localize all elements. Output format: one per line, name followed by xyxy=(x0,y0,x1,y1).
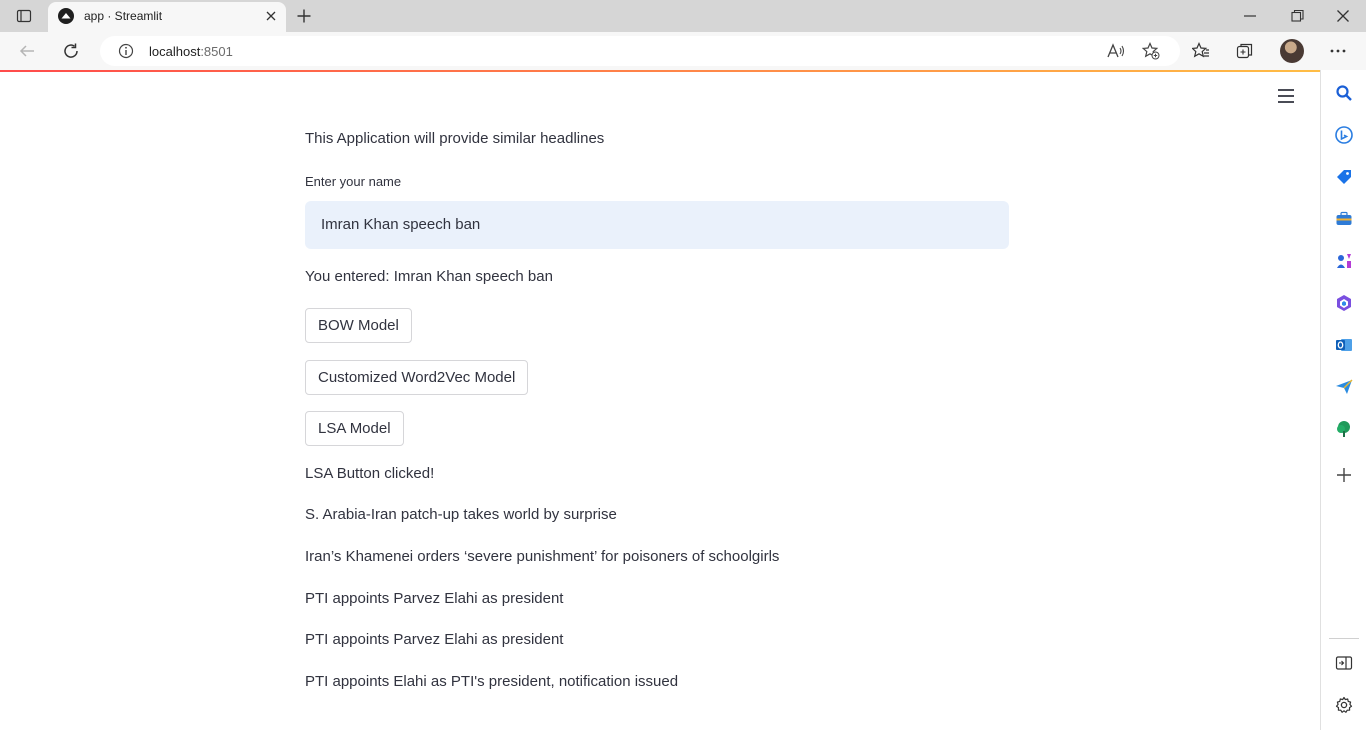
entered-text: You entered: Imran Khan speech ban xyxy=(305,268,553,285)
lsa-model-button[interactable]: LSA Model xyxy=(305,411,404,446)
active-tab[interactable]: app · Streamlit xyxy=(48,2,286,32)
tab-title: app · Streamlit xyxy=(84,9,163,23)
close-icon[interactable] xyxy=(264,9,278,23)
refresh-icon[interactable] xyxy=(62,42,80,60)
tools-icon[interactable] xyxy=(1335,210,1353,228)
result-item: PTI appoints Parvez Elahi as president xyxy=(305,590,564,607)
plus-icon[interactable] xyxy=(296,8,312,24)
minimize-icon[interactable] xyxy=(1242,9,1258,23)
bow-model-button[interactable]: BOW Model xyxy=(305,308,412,343)
result-item: Iran’s Khamenei orders ‘severe punishmen… xyxy=(305,548,780,565)
address-bar[interactable]: localhost:8501 xyxy=(100,36,1180,66)
url-port: :8501 xyxy=(200,44,233,59)
sidebar-divider xyxy=(1329,638,1359,639)
shopping-icon[interactable] xyxy=(1335,168,1353,186)
hamburger-icon[interactable] xyxy=(1276,88,1296,104)
status-text: LSA Button clicked! xyxy=(305,465,435,482)
word2vec-model-button[interactable]: Customized Word2Vec Model xyxy=(305,360,529,395)
more-icon[interactable] xyxy=(1328,42,1348,60)
tree-icon[interactable] xyxy=(1335,420,1353,438)
tab-actions-icon[interactable] xyxy=(16,8,32,24)
outlook-icon[interactable] xyxy=(1335,336,1353,354)
collections-icon[interactable] xyxy=(1236,42,1254,60)
read-aloud-icon[interactable] xyxy=(1107,43,1125,59)
bing-icon[interactable] xyxy=(1335,126,1353,144)
tab-bar: app · Streamlit xyxy=(0,0,1366,32)
split-screen-icon[interactable] xyxy=(1335,654,1353,672)
profile-avatar[interactable] xyxy=(1280,39,1304,63)
url-text[interactable]: localhost:8501 xyxy=(149,44,233,59)
add-icon[interactable] xyxy=(1335,466,1353,484)
intro-text: This Application will provide similar he… xyxy=(305,130,605,147)
result-item: S. Arabia-Iran patch-up takes world by s… xyxy=(305,506,617,523)
streamlit-page: This Application will provide similar he… xyxy=(0,72,1320,730)
office-icon[interactable] xyxy=(1335,294,1353,312)
input-label: Enter your name xyxy=(305,174,402,189)
games-icon[interactable] xyxy=(1335,252,1353,270)
name-input[interactable]: Imran Khan speech ban xyxy=(305,201,1009,249)
result-item: PTI appoints Parvez Elahi as president xyxy=(305,631,564,648)
send-icon[interactable] xyxy=(1335,378,1353,396)
favorites-icon[interactable] xyxy=(1192,42,1210,60)
edge-sidebar xyxy=(1320,70,1366,730)
add-favorite-icon[interactable] xyxy=(1142,42,1160,60)
info-icon[interactable] xyxy=(118,43,134,59)
window-close-icon[interactable] xyxy=(1335,8,1351,24)
back-icon[interactable] xyxy=(18,42,36,60)
settings-icon[interactable] xyxy=(1335,696,1353,714)
search-icon[interactable] xyxy=(1335,84,1353,102)
url-host: localhost xyxy=(149,44,201,59)
browser-toolbar: localhost:8501 xyxy=(0,32,1366,70)
streamlit-favicon xyxy=(58,8,74,24)
restore-icon[interactable] xyxy=(1289,9,1305,23)
result-item: PTI appoints Elahi as PTI's president, n… xyxy=(305,673,679,690)
